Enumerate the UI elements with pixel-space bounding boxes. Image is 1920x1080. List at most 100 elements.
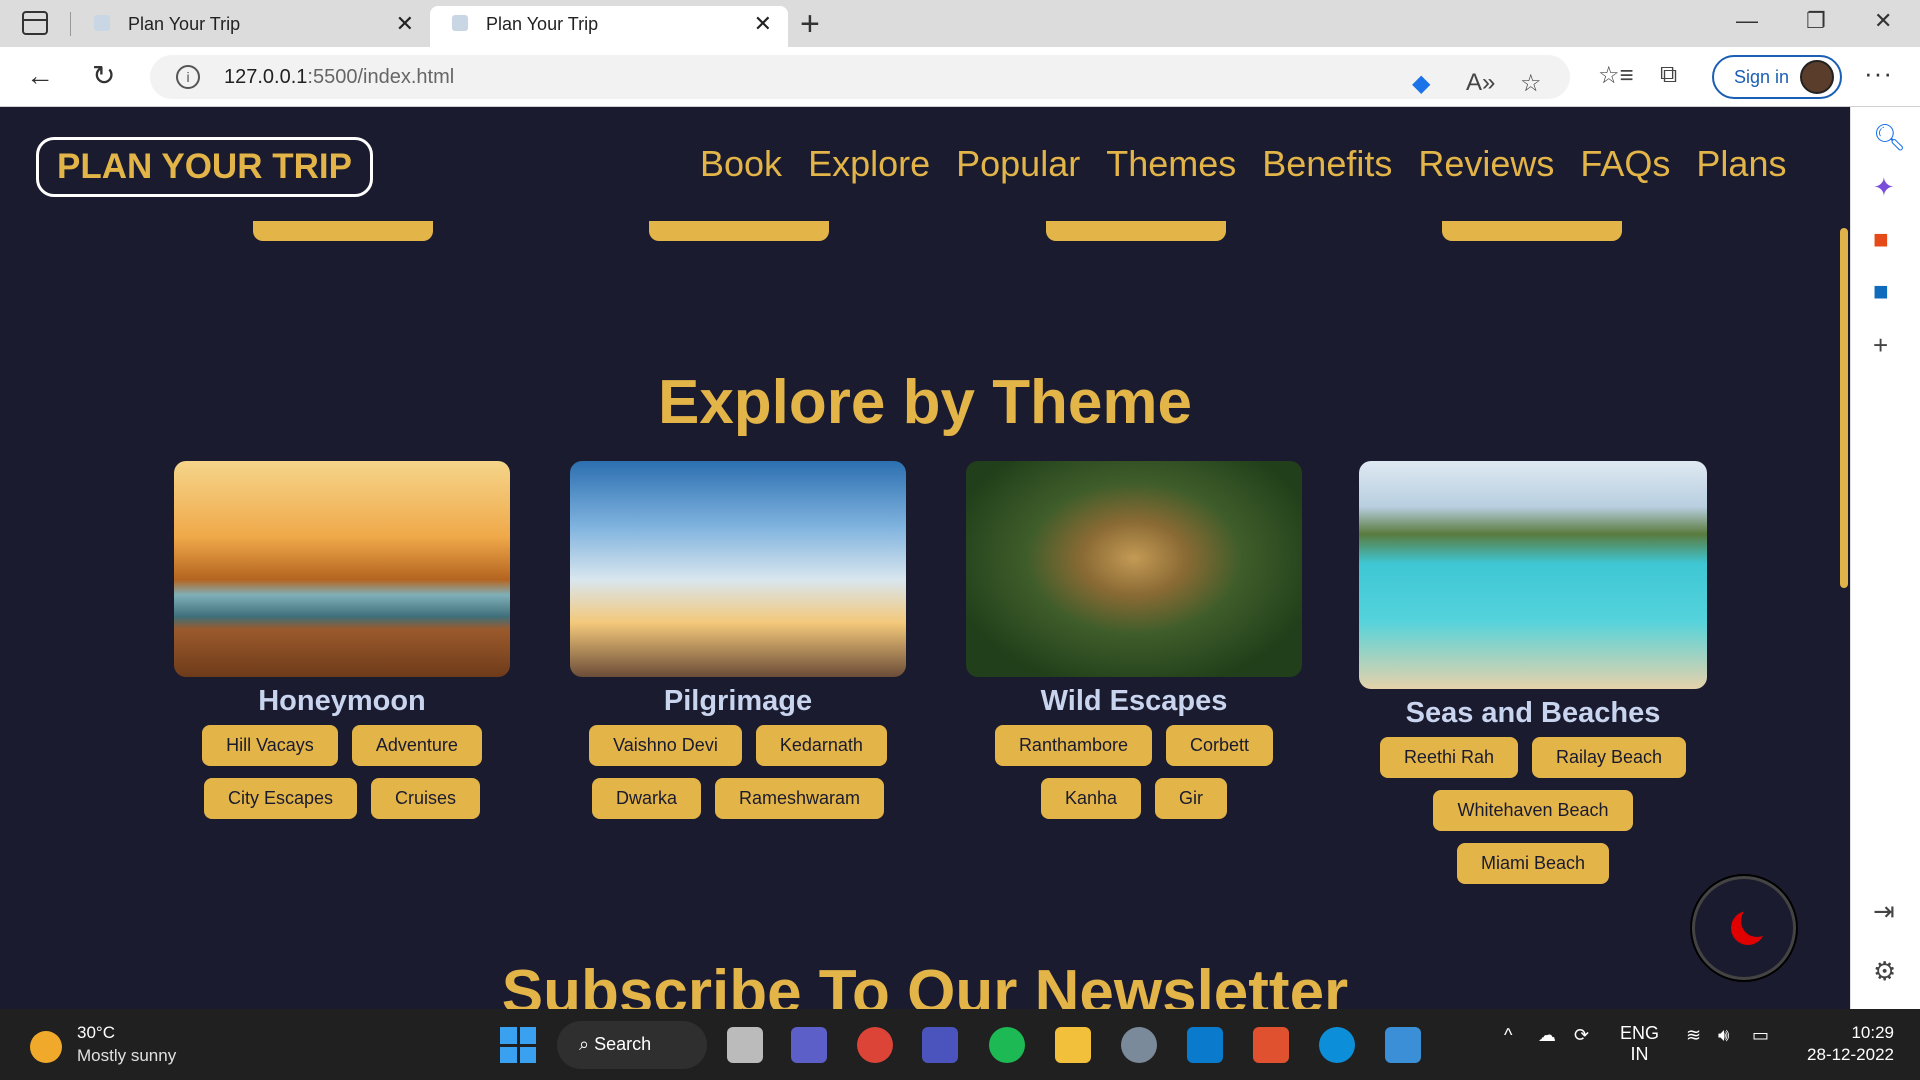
collections-icon[interactable]: ⧉ bbox=[1660, 61, 1677, 89]
clock[interactable]: 10:29 28-12-2022 bbox=[1800, 1022, 1894, 1066]
theme-card-wild-escapes[interactable]: Wild Escapes Ranthambore Corbett Kanha G… bbox=[964, 461, 1304, 819]
restore-icon[interactable]: ❐ bbox=[1806, 8, 1826, 34]
theme-card-pilgrimage[interactable]: Pilgrimage Vaishno Devi Kedarnath Dwarka… bbox=[568, 461, 908, 819]
price-tag-icon[interactable]: ◆ bbox=[1412, 69, 1430, 98]
discover-icon[interactable]: ✦ bbox=[1873, 173, 1895, 201]
nav-benefits[interactable]: Benefits bbox=[1262, 143, 1392, 185]
windows-taskbar: 30°C Mostly sunny ⌕ Search ^ ☁ ⟳ ENG IN … bbox=[0, 1009, 1920, 1080]
url-path: :5500/index.html bbox=[307, 66, 455, 88]
tag-button[interactable]: Ranthambore bbox=[994, 725, 1153, 766]
task-view-icon[interactable] bbox=[727, 1027, 763, 1063]
theme-card-honeymoon[interactable]: Honeymoon Hill Vacays Adventure City Esc… bbox=[172, 461, 512, 819]
tab-close-icon[interactable]: ✕ bbox=[754, 6, 772, 42]
nav-themes[interactable]: Themes bbox=[1106, 143, 1236, 185]
previous-section-button[interactable] bbox=[253, 221, 433, 241]
weather-icon[interactable] bbox=[30, 1031, 62, 1063]
chat-icon[interactable] bbox=[791, 1027, 827, 1063]
wild-escapes-photo bbox=[966, 461, 1302, 677]
back-icon[interactable]: ← bbox=[26, 59, 54, 93]
tag-button[interactable]: Railay Beach bbox=[1532, 737, 1687, 778]
start-icon[interactable] bbox=[500, 1027, 536, 1063]
favicon-icon bbox=[94, 15, 110, 31]
previous-section-button[interactable] bbox=[1442, 221, 1622, 241]
nav-plans[interactable]: Plans bbox=[1696, 143, 1786, 185]
tag-button[interactable]: Miami Beach bbox=[1456, 843, 1610, 884]
tag-button[interactable]: Kanha bbox=[1040, 778, 1142, 819]
dark-mode-toggle[interactable] bbox=[1692, 876, 1796, 980]
settings-app-icon[interactable] bbox=[1121, 1027, 1157, 1063]
office-icon[interactable]: ■ bbox=[1873, 225, 1889, 253]
theme-name: Honeymoon bbox=[258, 685, 426, 717]
browser-tab-bar: Plan Your Trip ✕ Plan Your Trip ✕ + — ❐ … bbox=[0, 0, 1920, 47]
browser-tab-1[interactable]: Plan Your Trip ✕ bbox=[72, 6, 430, 47]
tab-actions-icon[interactable] bbox=[22, 11, 48, 35]
add-favorite-icon[interactable]: ☆ bbox=[1520, 69, 1542, 98]
tag-button[interactable]: Dwarka bbox=[591, 778, 701, 819]
teams-icon[interactable] bbox=[922, 1027, 958, 1063]
nav-popular[interactable]: Popular bbox=[956, 143, 1080, 185]
theme-tags: Hill Vacays Adventure City Escapes Cruis… bbox=[172, 725, 512, 819]
tag-button[interactable]: Corbett bbox=[1166, 725, 1274, 766]
notepad-icon[interactable] bbox=[1385, 1027, 1421, 1063]
new-tab-icon[interactable]: + bbox=[800, 4, 820, 44]
tag-button[interactable]: Whitehaven Beach bbox=[1433, 790, 1633, 831]
browser-tab-2[interactable]: Plan Your Trip ✕ bbox=[430, 6, 788, 47]
tag-button[interactable]: City Escapes bbox=[203, 778, 358, 819]
nav-explore[interactable]: Explore bbox=[808, 143, 930, 185]
chrome-icon[interactable] bbox=[857, 1027, 893, 1063]
search-icon[interactable]: 🔍︎ bbox=[1873, 123, 1906, 151]
previous-section-button[interactable] bbox=[649, 221, 829, 241]
outlook-icon[interactable]: ■ bbox=[1873, 277, 1889, 305]
taskbar-search-button[interactable]: ⌕ Search bbox=[557, 1021, 707, 1069]
minimize-icon[interactable]: — bbox=[1736, 8, 1758, 34]
add-icon[interactable]: + bbox=[1873, 331, 1888, 359]
tag-button[interactable]: Gir bbox=[1155, 778, 1228, 819]
settings-icon[interactable]: ⚙ bbox=[1873, 957, 1896, 985]
nav-faqs[interactable]: FAQs bbox=[1580, 143, 1670, 185]
theme-name: Wild Escapes bbox=[1040, 685, 1228, 717]
nav-reviews[interactable]: Reviews bbox=[1418, 143, 1554, 185]
site-info-icon[interactable]: i bbox=[176, 65, 200, 89]
previous-section-button[interactable] bbox=[1046, 221, 1226, 241]
favorites-icon[interactable]: ☆≡ bbox=[1598, 61, 1634, 90]
section-title-newsletter: Subscribe To Our Newsletter bbox=[501, 958, 1349, 1009]
hide-sidebar-icon[interactable]: ⇥ bbox=[1873, 897, 1895, 925]
language-code: ENG bbox=[1620, 1023, 1660, 1043]
language-indicator[interactable]: ENG IN bbox=[1620, 1023, 1659, 1065]
more-options-icon[interactable]: ··· bbox=[1864, 58, 1893, 89]
theme-card-seas-and-beaches[interactable]: Seas and Beaches Reethi Rah Railay Beach… bbox=[1353, 461, 1713, 884]
tag-button[interactable]: Vaishno Devi bbox=[589, 725, 742, 766]
file-explorer-icon[interactable] bbox=[1055, 1027, 1091, 1063]
tab-close-icon[interactable]: ✕ bbox=[396, 6, 414, 42]
read-aloud-icon[interactable]: A» bbox=[1466, 69, 1495, 97]
wifi-icon[interactable]: ≋ bbox=[1686, 1025, 1701, 1046]
clock-date: 28-12-2022 bbox=[1807, 1045, 1894, 1064]
show-hidden-icons-icon[interactable]: ^ bbox=[1504, 1025, 1512, 1046]
tag-button[interactable]: Reethi Rah bbox=[1379, 737, 1518, 778]
sync-icon[interactable]: ⟳ bbox=[1574, 1025, 1589, 1046]
url-field[interactable]: i 127.0.0.1:5500/index.html ◆ A» ☆ bbox=[150, 55, 1570, 99]
tag-button[interactable]: Rameshwaram bbox=[714, 778, 885, 819]
vscode-icon[interactable] bbox=[1187, 1027, 1223, 1063]
refresh-icon[interactable]: ↻ bbox=[92, 59, 115, 93]
spotify-icon[interactable] bbox=[989, 1027, 1025, 1063]
scrollbar-thumb[interactable] bbox=[1840, 228, 1848, 588]
tag-button[interactable]: Adventure bbox=[351, 725, 482, 766]
edge-icon[interactable] bbox=[1319, 1027, 1355, 1063]
weather-temperature: 30°C bbox=[77, 1023, 115, 1042]
tab-title: Plan Your Trip bbox=[128, 14, 241, 34]
avatar bbox=[1800, 60, 1834, 94]
tag-button[interactable]: Hill Vacays bbox=[202, 725, 338, 766]
volume-icon[interactable]: 🔊︎ bbox=[1718, 1025, 1729, 1046]
nav-book[interactable]: Book bbox=[700, 143, 782, 185]
sign-in-button[interactable]: Sign in bbox=[1712, 55, 1842, 99]
tag-button[interactable]: Cruises bbox=[371, 778, 481, 819]
onedrive-icon[interactable]: ☁ bbox=[1538, 1025, 1556, 1046]
region-code: IN bbox=[1630, 1044, 1649, 1064]
git-icon[interactable] bbox=[1253, 1027, 1289, 1063]
battery-icon[interactable]: ▭ bbox=[1752, 1025, 1769, 1046]
close-window-icon[interactable]: ✕ bbox=[1874, 8, 1892, 34]
site-logo[interactable]: PLAN YOUR TRIP bbox=[36, 137, 373, 197]
tag-button[interactable]: Kedarnath bbox=[755, 725, 887, 766]
search-label: Search bbox=[594, 1034, 652, 1054]
